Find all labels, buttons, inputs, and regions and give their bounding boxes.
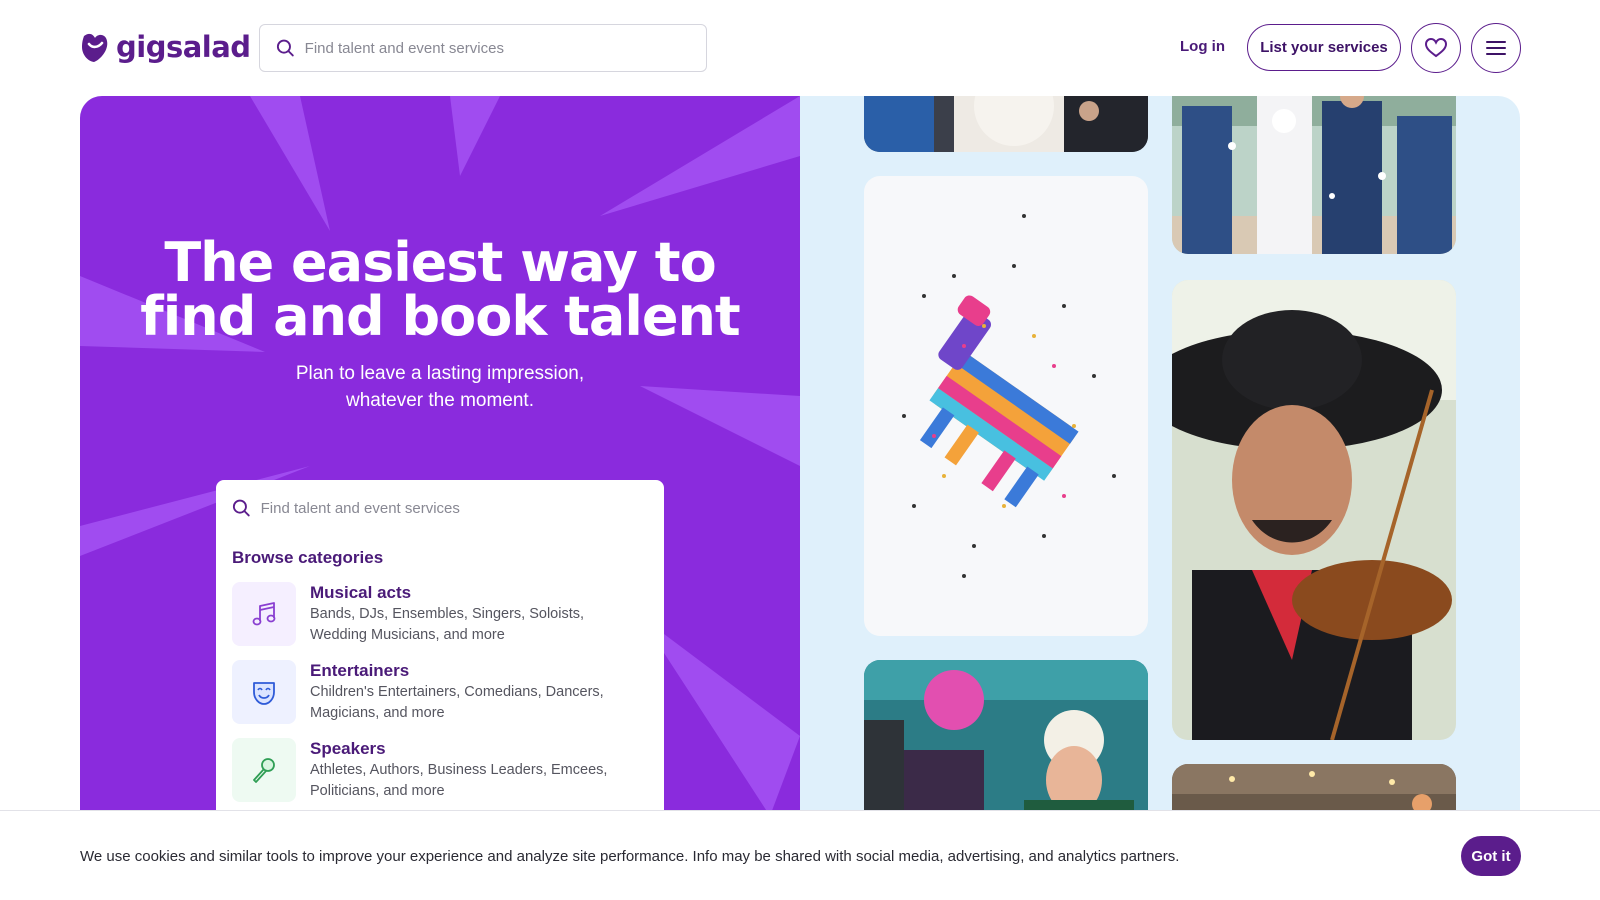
category-entertainers[interactable]: Entertainers Children's Entertainers, Co… <box>232 660 648 724</box>
search-icon <box>276 39 294 57</box>
logo-mark-icon <box>82 33 108 62</box>
category-description: Children's Entertainers, Comedians, Danc… <box>310 684 604 721</box>
login-link[interactable]: Log in <box>1180 38 1225 55</box>
theater-mask-icon <box>232 660 296 724</box>
menu-button[interactable] <box>1471 23 1521 73</box>
photo-mariachi-violinist <box>1172 280 1456 740</box>
hero-subtitle-line-1: Plan to leave a lasting impression, <box>295 363 585 384</box>
category-description: Athletes, Authors, Business Leaders, Emc… <box>310 762 608 799</box>
cookie-banner: We use cookies and similar tools to impr… <box>0 810 1600 900</box>
category-title: Entertainers <box>310 661 410 680</box>
hero-panel: The easiest way to find and book talent … <box>80 96 800 816</box>
category-musical-acts[interactable]: Musical acts Bands, DJs, Ensembles, Sing… <box>232 582 648 646</box>
hero-section: The easiest way to find and book talent … <box>80 96 1520 816</box>
photo-pinata <box>864 176 1148 636</box>
hero-search-card: Browse categories Musical acts Bands, DJ… <box>216 480 664 816</box>
header-search-box[interactable] <box>259 24 707 72</box>
cookie-message: We use cookies and similar tools to impr… <box>80 848 1180 865</box>
category-title: Musical acts <box>310 583 412 602</box>
hero-search-input[interactable] <box>260 499 648 517</box>
category-description: Bands, DJs, Ensembles, Singers, Soloists… <box>310 606 585 643</box>
search-icon <box>232 499 250 517</box>
browse-categories-heading: Browse categories <box>232 548 384 567</box>
favorites-button[interactable] <box>1411 23 1461 73</box>
hamburger-icon <box>1486 41 1506 55</box>
hero-subtitle-line-2: whatever the moment. <box>346 390 534 411</box>
microphone-icon <box>232 738 296 802</box>
hero-subtitle: Plan to leave a lasting impression, what… <box>80 360 800 414</box>
photo-event-venue <box>1172 764 1456 816</box>
site-header: gigsalad Log in List your services <box>0 0 1600 96</box>
photo-wedding-couple <box>1172 96 1456 254</box>
music-note-icon <box>232 582 296 646</box>
heart-icon <box>1425 38 1447 58</box>
category-title: Speakers <box>310 739 386 758</box>
cookie-accept-button[interactable]: Got it <box>1461 836 1521 876</box>
header-search-input[interactable] <box>304 39 706 57</box>
gigsalad-logo[interactable]: gigsalad <box>80 30 251 64</box>
hero-title: The easiest way to find and book talent <box>80 236 800 344</box>
list-your-services-button[interactable]: List your services <box>1247 24 1401 71</box>
hero-title-line-2: find and book talent <box>140 285 740 348</box>
hero-search-box[interactable] <box>232 496 648 520</box>
hero-title-line-1: The easiest way to <box>164 231 716 294</box>
category-speakers[interactable]: Speakers Athletes, Authors, Business Lea… <box>232 738 648 802</box>
photo-party-dancing <box>864 660 1148 816</box>
photo-wedding-guests <box>864 96 1148 152</box>
logo-text: gigsalad <box>116 30 251 64</box>
